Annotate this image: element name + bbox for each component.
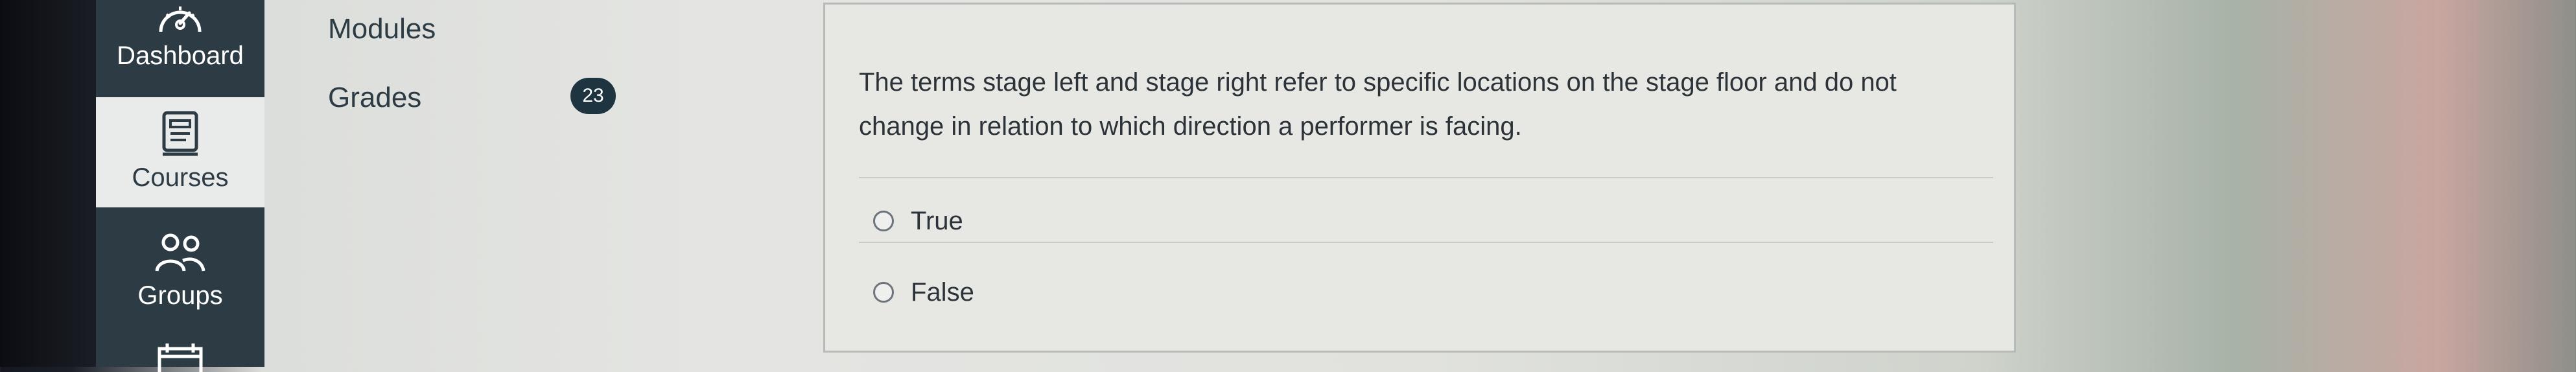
choices-divider [859,242,1993,243]
calendar-icon [158,343,203,372]
grades-link[interactable]: Grades [328,82,421,114]
choice-true-label: True [911,206,963,235]
course-navigation-menu: Modules Grades 23 [264,0,822,367]
nav-item-calendar[interactable] [96,336,264,372]
false-radio-button[interactable] [873,282,894,303]
question-divider [859,177,1993,178]
choice-false-label: False [911,277,974,307]
nav-item-groups[interactable]: Groups [96,220,264,320]
nav-item-dashboard[interactable]: Dashboard [96,0,264,80]
nav-item-courses[interactable]: Courses [96,97,264,207]
groups-icon [155,233,205,272]
groups-label: Groups [137,281,223,310]
global-navigation: Dashboard Courses Groups [96,0,264,372]
dashboard-icon [159,6,202,32]
question-text: The terms stage left and stage right ref… [859,68,1897,141]
grades-count-badge: 23 [570,78,616,114]
true-radio-button[interactable] [873,211,894,231]
choice-true[interactable]: True [873,204,963,238]
dashboard-label: Dashboard [117,41,244,70]
quiz-question-card: The terms stage left and stage right ref… [823,3,2016,353]
courses-label: Courses [132,163,229,192]
left-edge-background [0,0,96,367]
modules-link[interactable]: Modules [328,13,436,45]
courses-icon [162,111,198,156]
choice-false[interactable]: False [873,275,974,309]
